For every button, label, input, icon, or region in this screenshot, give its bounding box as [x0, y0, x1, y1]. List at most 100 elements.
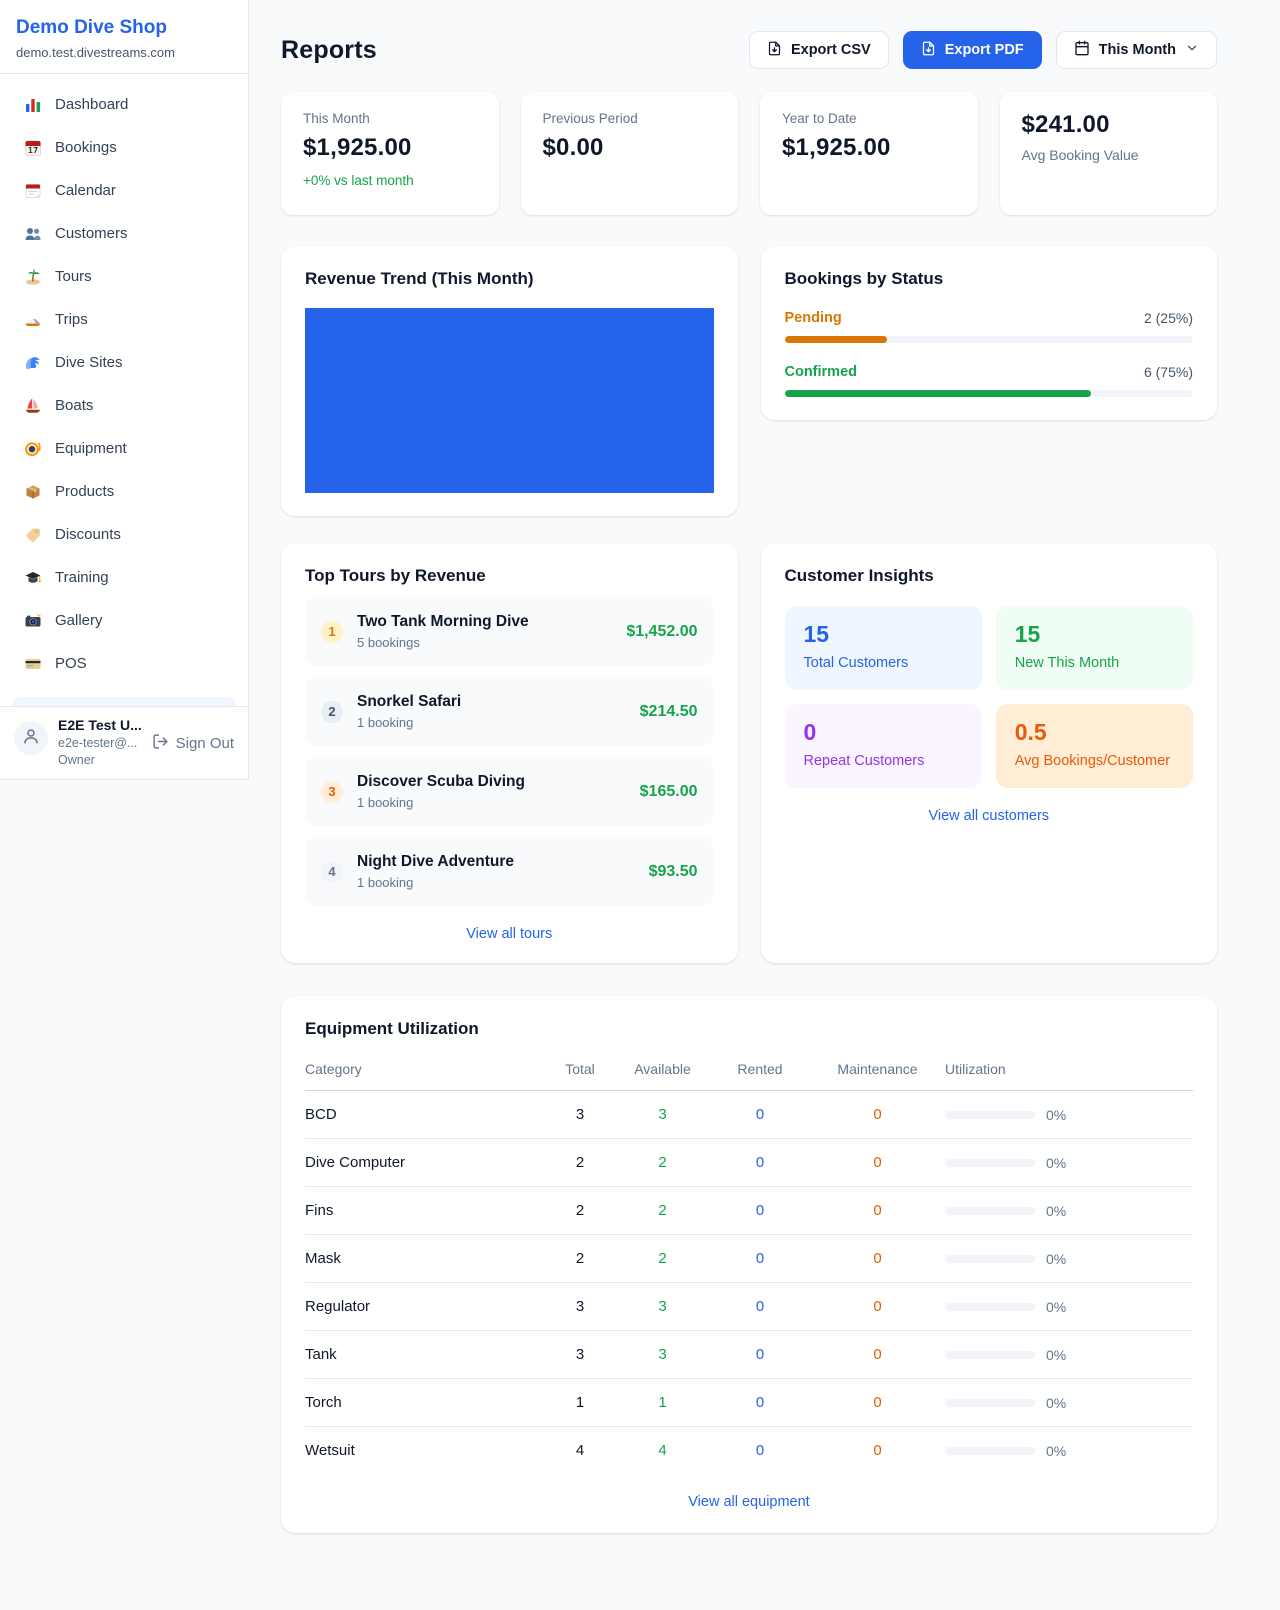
utilization-percent: 0% — [1046, 1251, 1066, 1267]
calendar-icon — [1074, 40, 1090, 60]
sidebar-item-reports-active-partial[interactable] — [12, 697, 236, 706]
sidebar-item-gallery[interactable]: Gallery — [12, 602, 236, 639]
sidebar-item-bookings[interactable]: 17Bookings — [12, 129, 236, 166]
sign-out-button[interactable]: Sign Out — [152, 733, 234, 754]
sidebar-item-calendar[interactable]: Calendar — [12, 172, 236, 209]
brand-name[interactable]: Demo Dive Shop — [16, 17, 232, 39]
maintenance-cell: 0 — [810, 1250, 945, 1267]
total-cell: 2 — [545, 1202, 615, 1219]
user-name: E2E Test U... — [58, 717, 142, 733]
bar-chart-icon — [24, 96, 42, 114]
utilization-cell: 0% — [945, 1299, 1193, 1315]
sidebar-item-boats[interactable]: Boats — [12, 387, 236, 424]
view-all-equipment-link[interactable]: View all equipment — [305, 1494, 1193, 1510]
stat-value: $241.00 — [1022, 111, 1196, 139]
stat-card-previous-period: Previous Period$0.00 — [521, 92, 739, 215]
view-all-tours-link[interactable]: View all tours — [305, 926, 714, 942]
sidebar-item-equipment[interactable]: Equipment — [12, 430, 236, 467]
sailboat-icon — [24, 397, 42, 415]
sidebar-item-products[interactable]: Products — [12, 473, 236, 510]
insight-value: 0 — [804, 719, 963, 746]
maintenance-cell: 0 — [810, 1298, 945, 1315]
sidebar-item-dashboard[interactable]: Dashboard — [12, 86, 236, 123]
sidebar-item-training[interactable]: Training — [12, 559, 236, 596]
rented-cell: 0 — [710, 1202, 810, 1219]
app-root: Demo Dive Shop demo.test.divestreams.com… — [0, 0, 1280, 1533]
stat-card-this-month: This Month$1,925.00+0% vs last month — [281, 92, 499, 215]
utilization-percent: 0% — [1046, 1155, 1066, 1171]
island-icon — [24, 268, 42, 286]
rented-cell: 0 — [710, 1346, 810, 1363]
brand-domain: demo.test.divestreams.com — [16, 45, 232, 60]
maintenance-cell: 0 — [810, 1346, 945, 1363]
insight-value: 15 — [1015, 621, 1174, 648]
sidebar-item-discounts[interactable]: Discounts — [12, 516, 236, 553]
page-title: Reports — [281, 36, 377, 65]
equipment-row-mask: Mask22000% — [305, 1235, 1193, 1283]
tour-bookings: 1 booking — [357, 875, 514, 890]
tour-info: Two Tank Morning Dive5 bookings — [357, 613, 529, 650]
sidebar-item-label: Dashboard — [55, 96, 128, 113]
file-down-icon — [767, 41, 782, 60]
utilization-bar — [945, 1399, 1035, 1407]
total-cell: 4 — [545, 1442, 615, 1459]
status-progress-fill — [785, 336, 887, 343]
sidebar-item-label: Dive Sites — [55, 354, 123, 371]
maintenance-cell: 0 — [810, 1106, 945, 1123]
status-progress-track — [785, 390, 1194, 397]
credit-card-icon — [24, 655, 42, 673]
wave-icon — [24, 354, 42, 372]
tour-item-night-dive-adventure[interactable]: 4Night Dive Adventure1 booking$93.50 — [305, 837, 714, 906]
category-cell: Fins — [305, 1202, 545, 1219]
sidebar-item-tours[interactable]: Tours — [12, 258, 236, 295]
sidebar-item-customers[interactable]: Customers — [12, 215, 236, 252]
sidebar-item-trips[interactable]: Trips — [12, 301, 236, 338]
tour-item-snorkel-safari[interactable]: 2Snorkel Safari1 booking$214.50 — [305, 677, 714, 746]
tour-info: Discover Scuba Diving1 booking — [357, 773, 525, 810]
sidebar-item-dive-sites[interactable]: Dive Sites — [12, 344, 236, 381]
bookings-status-title: Bookings by Status — [785, 269, 1194, 289]
utilization-cell: 0% — [945, 1395, 1193, 1411]
log-out-icon — [152, 733, 169, 754]
insight-card-new-this-month: 15New This Month — [996, 606, 1193, 690]
status-rows: Pending2 (25%)Confirmed6 (75%) — [785, 310, 1194, 397]
view-all-customers-link[interactable]: View all customers — [785, 808, 1194, 824]
equipment-row-wetsuit: Wetsuit44000% — [305, 1427, 1193, 1474]
main-content: Reports Export CSV Export PDF This Month… — [249, 0, 1280, 1533]
equipment-row-torch: Torch11000% — [305, 1379, 1193, 1427]
tour-revenue: $1,452.00 — [626, 623, 697, 641]
total-cell: 3 — [545, 1298, 615, 1315]
tour-revenue: $165.00 — [640, 783, 698, 801]
sidebar-nav: Dashboard 17Bookings Calendar Customers Tour… — [0, 74, 248, 697]
available-cell: 4 — [615, 1442, 710, 1459]
category-cell: Regulator — [305, 1298, 545, 1315]
export-pdf-button[interactable]: Export PDF — [903, 31, 1042, 69]
revenue-trend-title: Revenue Trend (This Month) — [305, 269, 714, 289]
brand: Demo Dive Shop demo.test.divestreams.com — [0, 0, 248, 74]
sidebar-item-label: Trips — [55, 311, 88, 328]
equipment-row-fins: Fins22000% — [305, 1187, 1193, 1235]
tour-item-two-tank-morning-dive[interactable]: 1Two Tank Morning Dive5 bookings$1,452.0… — [305, 597, 714, 666]
revenue-trend-chart — [305, 308, 714, 493]
camera-icon — [24, 612, 42, 630]
export-csv-button[interactable]: Export CSV — [749, 31, 889, 69]
period-label: This Month — [1099, 42, 1176, 58]
insight-label: Avg Bookings/Customer — [1015, 753, 1174, 769]
tour-info: Snorkel Safari1 booking — [357, 693, 461, 730]
sidebar-item-pos[interactable]: POS — [12, 645, 236, 682]
period-select[interactable]: This Month — [1056, 31, 1217, 69]
tour-item-discover-scuba-diving[interactable]: 3Discover Scuba Diving1 booking$165.00 — [305, 757, 714, 826]
equipment-card: Equipment Utilization CategoryTotalAvail… — [281, 996, 1217, 1533]
utilization-percent: 0% — [1046, 1443, 1066, 1459]
status-count: 6 (75%) — [1144, 364, 1193, 380]
bookings-status-card: Bookings by Status Pending2 (25%)Confirm… — [761, 246, 1218, 420]
sidebar-item-label: Gallery — [55, 612, 103, 629]
tour-bookings: 1 booking — [357, 715, 461, 730]
rented-cell: 0 — [710, 1442, 810, 1459]
graduation-cap-icon — [24, 569, 42, 587]
tour-revenue: $214.50 — [640, 703, 698, 721]
maintenance-cell: 0 — [810, 1202, 945, 1219]
tour-name: Night Dive Adventure — [357, 853, 514, 871]
sidebar-item-label: Equipment — [55, 440, 127, 457]
utilization-cell: 0% — [945, 1203, 1193, 1219]
